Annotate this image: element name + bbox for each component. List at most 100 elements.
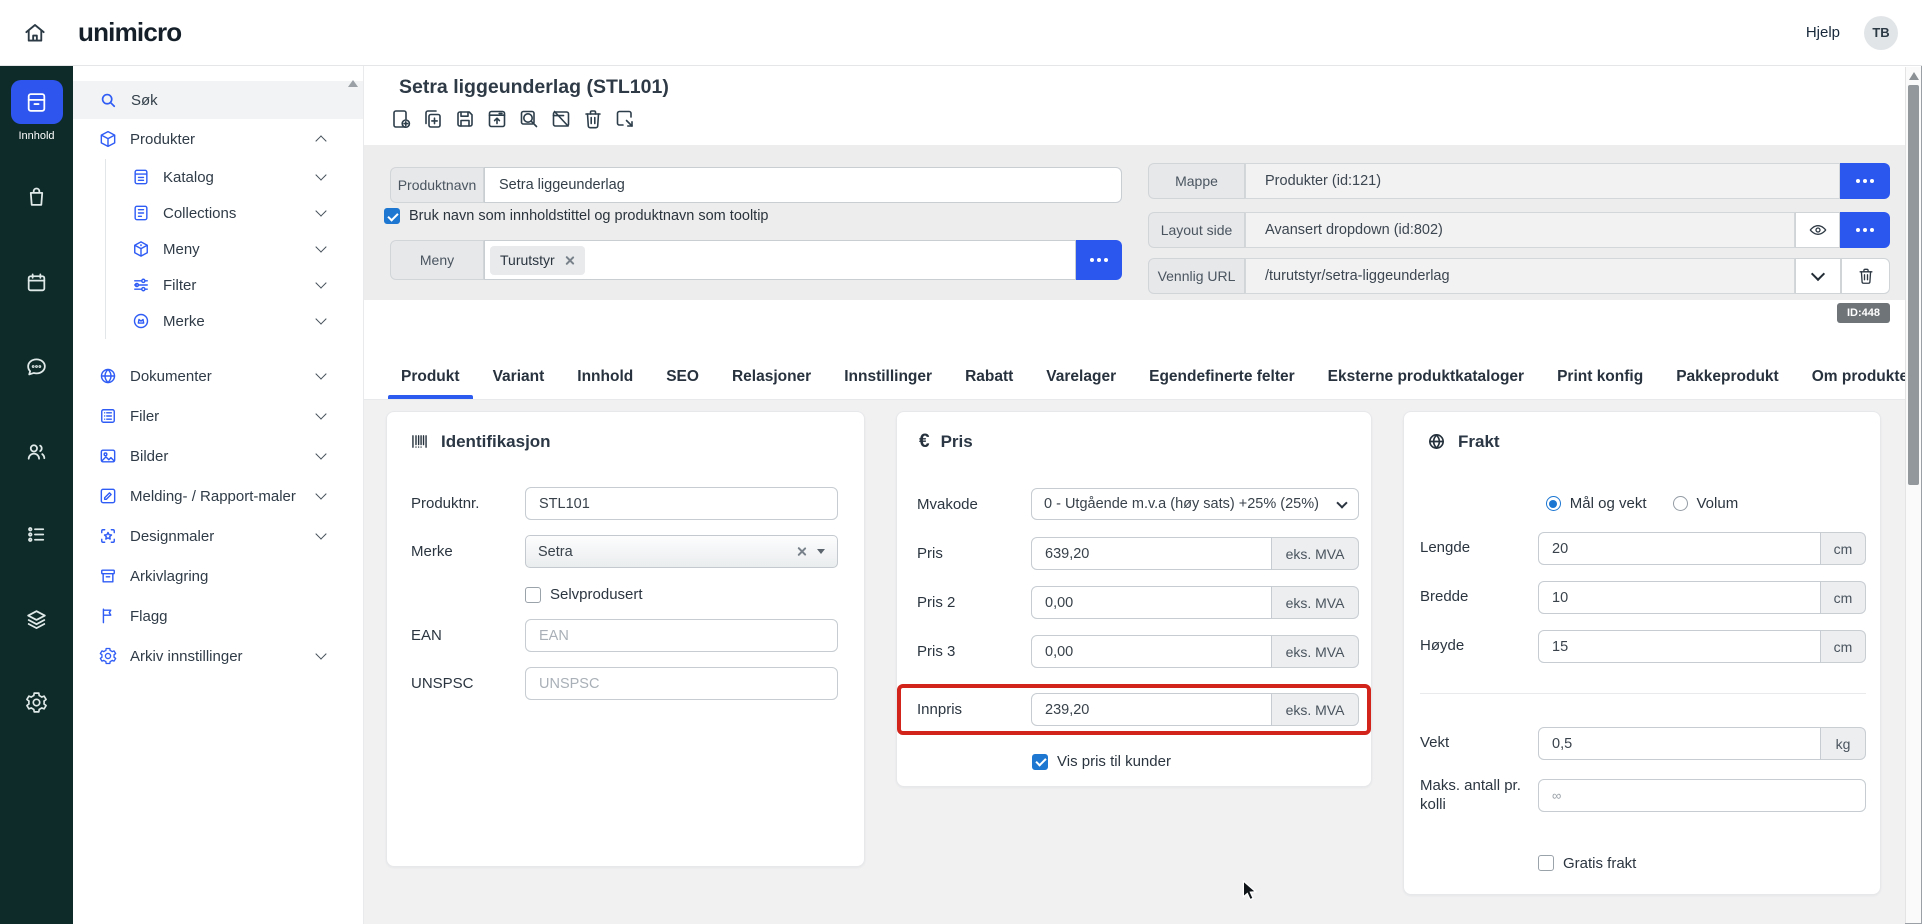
rail-item[interactable] (0, 439, 73, 470)
url-row: Vennlig URL /turutstyr/setra-liggeunderl… (1148, 258, 1890, 294)
rail-item[interactable] (0, 354, 73, 385)
sidebar-item[interactable]: Meny (73, 231, 363, 267)
tab[interactable]: Innstillinger (843, 368, 933, 399)
doc-plus-icon (389, 107, 413, 131)
shipping-mode-option[interactable]: Mål og vekt (1546, 495, 1647, 512)
tab[interactable]: Rabatt (964, 368, 1014, 399)
scrollbar-thumb[interactable] (1908, 85, 1919, 485)
gratis-frakt-checkbox[interactable] (1538, 855, 1554, 871)
mappe-more-button[interactable] (1840, 163, 1890, 199)
sidebar-item[interactable]: Melding- / Rapport-maler (73, 476, 363, 516)
dimension-input[interactable] (1538, 532, 1821, 565)
sidebar-item[interactable]: Katalog (73, 159, 363, 195)
price-input[interactable] (1031, 537, 1272, 570)
url-delete-button[interactable] (1841, 258, 1890, 294)
rail-item[interactable] (0, 522, 73, 553)
tab[interactable]: Varelager (1045, 368, 1117, 399)
dimension-input[interactable] (1538, 630, 1821, 663)
toolbar-button[interactable] (547, 105, 575, 133)
price-label: Pris 2 (917, 594, 1031, 611)
sidebar-item[interactable]: Merke (73, 303, 363, 339)
name-tooltip-checkbox[interactable] (384, 208, 400, 224)
home-button[interactable] (13, 11, 57, 55)
toolbar-button[interactable] (611, 105, 639, 133)
tab[interactable]: Om produktet (1811, 368, 1915, 399)
menu-tag: Turutstyr (490, 246, 585, 275)
sidebar-item[interactable]: Filer (73, 396, 363, 436)
rail-item[interactable] (0, 690, 73, 721)
remove-tag-icon[interactable] (564, 255, 575, 266)
gear-icon (98, 646, 118, 666)
tab[interactable]: SEO (665, 368, 700, 399)
rail-item[interactable] (0, 607, 73, 638)
tab[interactable]: Print konfig (1556, 368, 1644, 399)
sidebar-item[interactable]: Arkiv innstillinger (73, 636, 363, 676)
sidebar-item[interactable]: Arkivlagring (73, 556, 363, 596)
sidebar-item[interactable]: Dokumenter (73, 356, 363, 396)
edit-icon (98, 486, 118, 506)
layout-more-button[interactable] (1840, 212, 1890, 248)
toolbar-button[interactable] (387, 105, 415, 133)
globe-icon (98, 366, 118, 386)
sidebar-item[interactable]: Bilder (73, 436, 363, 476)
url-expand-button[interactable] (1795, 258, 1841, 294)
rail-item[interactable] (0, 184, 73, 215)
dimension-input[interactable] (1538, 581, 1821, 614)
meny-tag-field[interactable]: Turutstyr (484, 240, 1076, 280)
sidebar-search[interactable]: Søk (73, 81, 363, 119)
toolbar-button[interactable] (451, 105, 479, 133)
sidebar-scroll-up-arrow[interactable] (348, 80, 358, 87)
layout-preview-button[interactable] (1795, 212, 1840, 248)
tab[interactable]: Innhold (576, 368, 634, 399)
scroll-up-arrow[interactable] (1909, 72, 1919, 80)
help-link[interactable]: Hjelp (1806, 24, 1840, 41)
tab[interactable]: Produkt (400, 368, 461, 399)
cube-icon (98, 129, 118, 149)
tab-label: Eksterne produktkataloger (1328, 368, 1524, 385)
sidebar-item[interactable]: Produkter (73, 119, 363, 159)
sign-out-icon (613, 107, 637, 131)
shipping-mode-option[interactable]: Volum (1673, 495, 1739, 512)
rail-item[interactable]: Innhold (0, 80, 73, 142)
filter-icon (131, 275, 151, 295)
vekt-input[interactable] (1538, 727, 1821, 760)
page-title: Setra liggeunderlag (STL101) (399, 76, 669, 99)
sidebar-item[interactable]: Collections (73, 195, 363, 231)
toolbar-button[interactable] (419, 105, 447, 133)
price-input[interactable] (1031, 586, 1272, 619)
dimension-label: Høyde (1420, 637, 1538, 656)
price-addon: eks. MVA (1272, 537, 1359, 570)
toolbar-button[interactable] (579, 105, 607, 133)
identifikasjon-title: Identifikasjon (441, 432, 551, 452)
meny-more-button[interactable] (1076, 240, 1122, 280)
tab[interactable]: Egendefinerte felter (1148, 368, 1296, 399)
selvprodusert-checkbox[interactable] (525, 587, 541, 603)
mvakode-select[interactable]: 0 - Utgående m.v.a (høy sats) +25% (25%) (1031, 488, 1359, 520)
toolbar-button[interactable] (483, 105, 511, 133)
produktnavn-input[interactable] (484, 167, 1122, 203)
tab[interactable]: Variant (492, 368, 546, 399)
sidebar-item[interactable]: Flagg (73, 596, 363, 636)
ean-input[interactable] (525, 619, 838, 652)
clear-merke-icon[interactable] (796, 546, 807, 557)
sidebar-item[interactable]: Designmaler (73, 516, 363, 556)
tab[interactable]: Eksterne produktkataloger (1327, 368, 1525, 399)
frakt-card: Frakt Mål og vekt Volum (1403, 411, 1881, 895)
produktnr-input[interactable] (525, 487, 838, 520)
sidebar-item-label: Flagg (130, 608, 168, 625)
merke-select[interactable]: Setra (525, 535, 838, 568)
chevron-icon (315, 205, 326, 216)
toolbar-button[interactable] (515, 105, 543, 133)
vis-pris-checkbox[interactable] (1032, 754, 1048, 770)
unspsc-input[interactable] (525, 667, 838, 700)
price-row: Pris 3 eks. MVA (917, 635, 1359, 668)
tab[interactable]: Relasjoner (731, 368, 812, 399)
price-input[interactable] (1031, 635, 1272, 668)
maks-antall-input[interactable] (1538, 779, 1866, 812)
rail-item[interactable] (0, 270, 73, 301)
avatar[interactable]: TB (1864, 16, 1898, 50)
tab[interactable]: Pakkeprodukt (1675, 368, 1780, 399)
innpris-highlight: Innpris eks. MVA (897, 684, 1371, 735)
sidebar-item[interactable]: Filter (73, 267, 363, 303)
innpris-input[interactable] (1031, 693, 1272, 726)
